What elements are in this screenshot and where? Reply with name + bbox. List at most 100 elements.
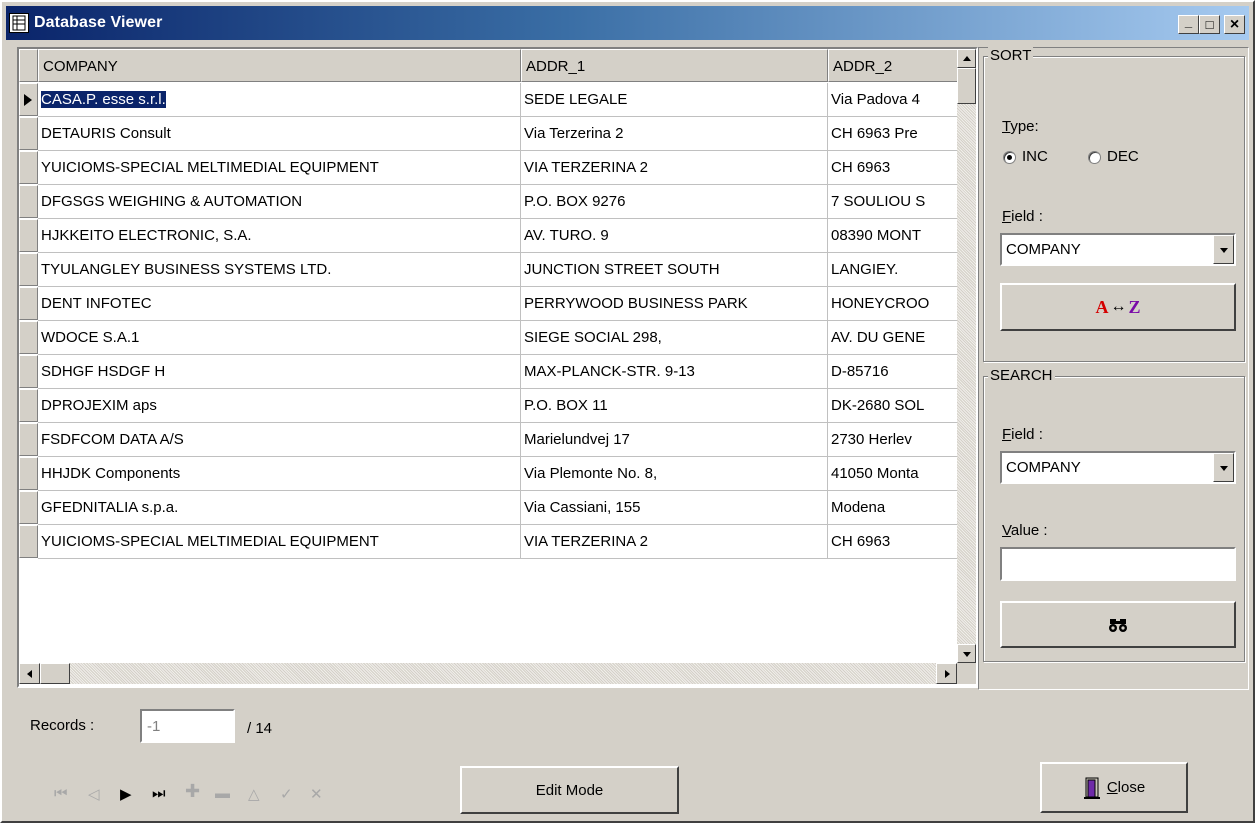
table-cell[interactable]: CASA.P. esse s.r.l. <box>38 83 521 117</box>
table-cell[interactable]: Via Terzerina 2 <box>521 117 828 151</box>
sort-field-dropdown-button[interactable] <box>1213 235 1234 264</box>
table-row[interactable]: DENT INFOTEC PERRYWOOD BUSINESS PARK HONEY… <box>19 287 957 321</box>
table-cell[interactable]: 41050 Monta <box>828 457 957 491</box>
table-row[interactable]: SDHGF HSDGF H MAX-PLANCK-STR. 9-13 D-85716 <box>19 355 957 389</box>
scroll-up-button[interactable] <box>957 49 976 68</box>
row-indicator[interactable] <box>19 83 38 116</box>
table-cell[interactable]: TYULANGLEY BUSINESS SYSTEMS LTD. <box>38 253 521 287</box>
table-cell[interactable]: DENT INFOTEC <box>38 287 521 321</box>
sort-field-select[interactable]: COMPANY <box>1000 233 1236 266</box>
table-cell[interactable]: D-85716 <box>828 355 957 389</box>
column-header-addr2[interactable]: ADDR_2 <box>828 49 957 82</box>
table-cell[interactable]: Marielundvej 17 <box>521 423 828 457</box>
next-record-icon[interactable]: ▶ <box>120 785 132 803</box>
table-cell[interactable]: JUNCTION STREET SOUTH <box>521 253 828 287</box>
table-cell[interactable]: Via Plemonte No. 8, <box>521 457 828 491</box>
table-cell[interactable]: DFGSGS WEIGHING & AUTOMATION <box>38 185 521 219</box>
horizontal-scroll-thumb[interactable] <box>40 663 70 684</box>
table-cell[interactable]: HONEYCROO <box>828 287 957 321</box>
table-cell[interactable]: CH 6963 <box>828 525 957 559</box>
row-indicator[interactable] <box>19 321 38 354</box>
table-cell[interactable]: 7 SOULIOU S <box>828 185 957 219</box>
search-button[interactable] <box>1000 601 1236 648</box>
sort-dec-label[interactable]: DEC <box>1107 148 1139 165</box>
vertical-scrollbar[interactable] <box>957 49 976 663</box>
column-header-company[interactable]: COMPANY <box>38 49 521 82</box>
table-row[interactable]: DETAURIS Consult Via Terzerina 2 CH 6963 P… <box>19 117 957 151</box>
row-indicator[interactable] <box>19 491 38 524</box>
table-cell[interactable]: P.O. BOX 11 <box>521 389 828 423</box>
table-cell[interactable]: HHJDK Components <box>38 457 521 491</box>
edit-mode-button[interactable]: Edit Mode <box>460 766 679 814</box>
table-cell[interactable]: VIA TERZERINA 2 <box>521 525 828 559</box>
table-cell[interactable]: DPROJEXIM aps <box>38 389 521 423</box>
table-cell[interactable]: CH 6963 Pre <box>828 117 957 151</box>
first-record-icon[interactable]: ⏮ <box>54 785 68 802</box>
table-cell[interactable]: PERRYWOOD BUSINESS PARK <box>521 287 828 321</box>
row-indicator[interactable] <box>19 287 38 320</box>
table-cell[interactable]: P.O. BOX 9276 <box>521 185 828 219</box>
row-indicator[interactable] <box>19 355 38 388</box>
row-indicator[interactable] <box>19 253 38 286</box>
table-row[interactable]: DPROJEXIM aps P.O. BOX 11 DK-2680 SOL <box>19 389 957 423</box>
search-value-input[interactable] <box>1000 547 1236 581</box>
table-row[interactable]: HJKKEITO ELECTRONIC, S.A. AV. TURO. 9 0839… <box>19 219 957 253</box>
close-button[interactable]: Close <box>1040 762 1188 813</box>
table-cell[interactable]: VIA TERZERINA 2 <box>521 151 828 185</box>
table-cell[interactable]: FSDFCOM DATA A/S <box>38 423 521 457</box>
table-cell[interactable]: DETAURIS Consult <box>38 117 521 151</box>
row-indicator[interactable] <box>19 151 38 184</box>
row-indicator[interactable] <box>19 185 38 218</box>
table-row[interactable]: FSDFCOM DATA A/S Marielundvej 17 2730 Herl… <box>19 423 957 457</box>
column-header-addr1[interactable]: ADDR_1 <box>521 49 828 82</box>
sort-button[interactable]: A ↔ Z <box>1000 283 1236 331</box>
table-cell[interactable]: MAX-PLANCK-STR. 9-13 <box>521 355 828 389</box>
scroll-left-button[interactable] <box>19 663 40 684</box>
table-cell[interactable]: CH 6963 <box>828 151 957 185</box>
table-row[interactable]: TYULANGLEY BUSINESS SYSTEMS LTD. JUNCTION… <box>19 253 957 287</box>
table-cell[interactable]: GFEDNITALIA s.p.a. <box>38 491 521 525</box>
table-cell[interactable]: 2730 Herlev <box>828 423 957 457</box>
cancel-record-icon[interactable]: ✕ <box>310 785 323 803</box>
maximize-button[interactable]: □ <box>1199 15 1220 34</box>
table-cell[interactable]: HJKKEITO ELECTRONIC, S.A. <box>38 219 521 253</box>
prior-record-icon[interactable]: ◁ <box>88 785 100 803</box>
table-cell[interactable]: SEDE LEGALE <box>521 83 828 117</box>
table-row[interactable]: DFGSGS WEIGHING & AUTOMATION P.O. BOX 927… <box>19 185 957 219</box>
table-cell[interactable]: Via Cassiani, 155 <box>521 491 828 525</box>
row-indicator[interactable] <box>19 423 38 456</box>
table-cell[interactable]: SIEGE SOCIAL 298, <box>521 321 828 355</box>
sort-inc-label[interactable]: INC <box>1022 148 1048 165</box>
insert-record-icon[interactable]: ✚ <box>185 781 200 802</box>
search-field-select[interactable]: COMPANY <box>1000 451 1236 484</box>
row-indicator[interactable] <box>19 117 38 150</box>
delete-record-icon[interactable]: ▬ <box>215 785 230 802</box>
row-indicator[interactable] <box>19 389 38 422</box>
table-cell[interactable]: SDHGF HSDGF H <box>38 355 521 389</box>
table-cell[interactable]: AV. DU GENE <box>828 321 957 355</box>
table-cell[interactable]: Via Padova 4 <box>828 83 957 117</box>
table-cell[interactable]: WDOCE S.A.1 <box>38 321 521 355</box>
table-row[interactable]: CASA.P. esse s.r.l. SEDE LEGALE Via Padova… <box>19 83 957 117</box>
title-bar[interactable]: Database Viewer _ □ × <box>6 6 1249 40</box>
close-window-button[interactable]: × <box>1224 15 1245 34</box>
records-input[interactable]: -1 <box>140 709 235 743</box>
post-record-icon[interactable]: ✓ <box>280 785 293 803</box>
row-indicator[interactable] <box>19 525 38 558</box>
table-cell[interactable]: Modena <box>828 491 957 525</box>
table-row[interactable]: GFEDNITALIA s.p.a. Via Cassiani, 155 Moden… <box>19 491 957 525</box>
row-indicator[interactable] <box>19 219 38 252</box>
horizontal-scrollbar[interactable] <box>19 663 957 684</box>
minimize-button[interactable]: _ <box>1178 15 1199 34</box>
table-cell[interactable]: YUICIOMS-SPECIAL MELTIMEDIAL EQUIPMENT <box>38 151 521 185</box>
vertical-scroll-thumb[interactable] <box>957 68 976 104</box>
row-indicator[interactable] <box>19 457 38 490</box>
table-cell[interactable]: LANGIEY. <box>828 253 957 287</box>
scroll-right-button[interactable] <box>936 663 957 684</box>
scroll-down-button[interactable] <box>957 644 976 663</box>
table-row[interactable]: YUICIOMS-SPECIAL MELTIMEDIAL EQUIPMENT VI… <box>19 525 957 559</box>
table-cell[interactable]: YUICIOMS-SPECIAL MELTIMEDIAL EQUIPMENT <box>38 525 521 559</box>
sort-dec-radio[interactable] <box>1088 151 1101 164</box>
table-cell[interactable]: AV. TURO. 9 <box>521 219 828 253</box>
table-row[interactable]: HHJDK Components Via Plemonte No. 8, 41050… <box>19 457 957 491</box>
